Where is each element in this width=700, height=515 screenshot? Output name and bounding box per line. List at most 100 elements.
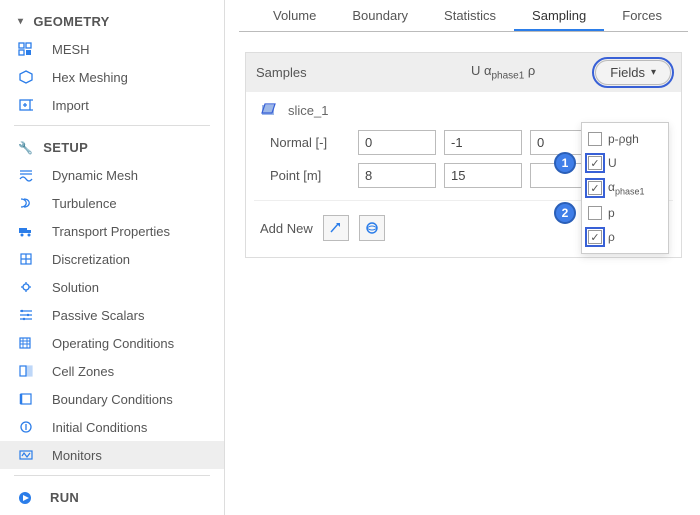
- sidebar-group-label: SETUP: [43, 140, 88, 155]
- sidebar: ▾ GEOMETRY MESH Hex Meshing Import 🔧 SET…: [0, 0, 225, 515]
- sidebar-item-dynamic-mesh[interactable]: Dynamic Mesh: [0, 161, 224, 189]
- sidebar-item-label: Operating Conditions: [52, 336, 174, 351]
- sidebar-item-label: Monitors: [52, 448, 102, 463]
- sidebar-item-boundary-conditions[interactable]: Boundary Conditions: [0, 385, 224, 413]
- fields-dropdown: p-ρgh 1 ✓ U ✓ αphase1 2 p ✓: [581, 122, 669, 254]
- initial-icon: [18, 418, 42, 436]
- sidebar-item-turbulence[interactable]: Turbulence: [0, 189, 224, 217]
- scalars-icon: [18, 306, 42, 324]
- sidebar-item-initial-conditions[interactable]: Initial Conditions: [0, 413, 224, 441]
- field-option-label: U: [608, 156, 617, 170]
- samples-panel: Samples U αphase1 ρ Fields ▾ slice_1 Nor…: [245, 52, 682, 258]
- field-option-label: αphase1: [608, 180, 644, 196]
- selected-fields-display: U αphase1 ρ: [471, 63, 535, 82]
- chevron-down-icon: ▾: [18, 16, 23, 27]
- tab-statistics[interactable]: Statistics: [426, 0, 514, 31]
- sidebar-item-label: Hex Meshing: [52, 70, 128, 85]
- point-label: Point [m]: [260, 168, 350, 183]
- field-option-p-rhogh[interactable]: p-ρgh: [582, 127, 668, 151]
- sidebar-group-geometry[interactable]: ▾ GEOMETRY: [0, 6, 224, 35]
- samples-header: Samples U αphase1 ρ Fields ▾: [246, 53, 681, 92]
- truck-icon: [18, 222, 42, 240]
- tab-boundary[interactable]: Boundary: [334, 0, 426, 31]
- tab-label: Boundary: [352, 8, 408, 23]
- tab-sampling[interactable]: Sampling: [514, 0, 604, 31]
- operating-icon: [18, 334, 42, 352]
- add-new-label: Add New: [260, 221, 313, 236]
- field-option-alpha-phase1[interactable]: ✓ αphase1: [582, 175, 668, 201]
- sidebar-item-mesh[interactable]: MESH: [0, 35, 224, 63]
- add-line-sample-button[interactable]: [323, 215, 349, 241]
- cell-zones-icon: [18, 362, 42, 380]
- checkbox-icon: [588, 206, 602, 220]
- wrench-icon: 🔧: [18, 141, 33, 155]
- point-x-input[interactable]: [358, 163, 436, 188]
- turbulence-icon: [18, 194, 42, 212]
- sidebar-item-transport-properties[interactable]: Transport Properties: [0, 217, 224, 245]
- chevron-down-icon: ▾: [651, 67, 656, 78]
- tab-label: Sampling: [532, 8, 586, 23]
- normal-y-input[interactable]: [444, 130, 522, 155]
- sidebar-item-cell-zones[interactable]: Cell Zones: [0, 357, 224, 385]
- normal-x-input[interactable]: [358, 130, 436, 155]
- sidebar-item-label: Discretization: [52, 252, 130, 267]
- field-option-label: p: [608, 206, 615, 220]
- dynamic-mesh-icon: [18, 166, 42, 184]
- monitors-icon: [18, 446, 42, 464]
- sidebar-item-label: Cell Zones: [52, 364, 114, 379]
- sidebar-group-run[interactable]: RUN: [0, 482, 224, 511]
- checkbox-icon: [588, 132, 602, 146]
- sample-row-slice[interactable]: slice_1: [254, 92, 673, 126]
- field-option-p[interactable]: 2 p: [582, 201, 668, 225]
- sidebar-item-label: Solution: [52, 280, 99, 295]
- sidebar-group-setup[interactable]: 🔧 SETUP: [0, 132, 224, 161]
- sidebar-item-import[interactable]: Import: [0, 91, 224, 119]
- field-option-label: p-ρgh: [608, 132, 639, 146]
- sidebar-item-label: Passive Scalars: [52, 308, 144, 323]
- import-icon: [18, 96, 42, 114]
- tab-label: Statistics: [444, 8, 496, 23]
- sample-name: slice_1: [288, 103, 328, 118]
- fields-button-label: Fields: [610, 65, 645, 80]
- tab-label: Forces: [622, 8, 662, 23]
- sidebar-item-hex-meshing[interactable]: Hex Meshing: [0, 63, 224, 91]
- step-marker-1: 1: [554, 152, 576, 174]
- mesh-icon: [18, 40, 42, 58]
- sidebar-item-passive-scalars[interactable]: Passive Scalars: [0, 301, 224, 329]
- discretization-icon: [18, 250, 42, 268]
- fields-dropdown-button[interactable]: Fields ▾: [595, 60, 671, 85]
- sidebar-group-label: GEOMETRY: [33, 14, 109, 29]
- sidebar-item-label: Turbulence: [52, 196, 117, 211]
- sidebar-group-label: RUN: [50, 490, 79, 505]
- tab-volume[interactable]: Volume: [255, 0, 334, 31]
- sidebar-item-label: Transport Properties: [52, 224, 170, 239]
- add-plane-sample-button[interactable]: [359, 215, 385, 241]
- normal-label: Normal [-]: [260, 135, 350, 150]
- tab-forces[interactable]: Forces: [604, 0, 680, 31]
- tab-label: Volume: [273, 8, 316, 23]
- sidebar-item-label: Initial Conditions: [52, 420, 147, 435]
- field-option-u[interactable]: 1 ✓ U: [582, 151, 668, 175]
- samples-title: Samples: [256, 65, 471, 80]
- checkbox-icon: ✓: [588, 181, 602, 195]
- sidebar-item-solution[interactable]: Solution: [0, 273, 224, 301]
- sidebar-item-monitors[interactable]: Monitors: [0, 441, 224, 469]
- point-y-input[interactable]: [444, 163, 522, 188]
- field-option-label: ρ: [608, 230, 615, 244]
- checkbox-icon: ✓: [588, 156, 602, 170]
- sidebar-divider: [14, 125, 210, 126]
- sidebar-item-label: MESH: [52, 42, 90, 57]
- play-icon: [18, 491, 32, 505]
- sidebar-divider: [14, 475, 210, 476]
- boundary-icon: [18, 390, 42, 408]
- hex-icon: [18, 68, 42, 86]
- sidebar-item-discretization[interactable]: Discretization: [0, 245, 224, 273]
- tabs: Volume Boundary Statistics Sampling Forc…: [239, 0, 688, 32]
- sidebar-item-label: Import: [52, 98, 89, 113]
- sidebar-item-operating-conditions[interactable]: Operating Conditions: [0, 329, 224, 357]
- main-panel: Volume Boundary Statistics Sampling Forc…: [225, 0, 700, 515]
- gear-icon: [18, 278, 42, 296]
- slice-icon: [260, 102, 278, 118]
- field-option-rho[interactable]: ✓ ρ: [582, 225, 668, 249]
- checkbox-icon: ✓: [588, 230, 602, 244]
